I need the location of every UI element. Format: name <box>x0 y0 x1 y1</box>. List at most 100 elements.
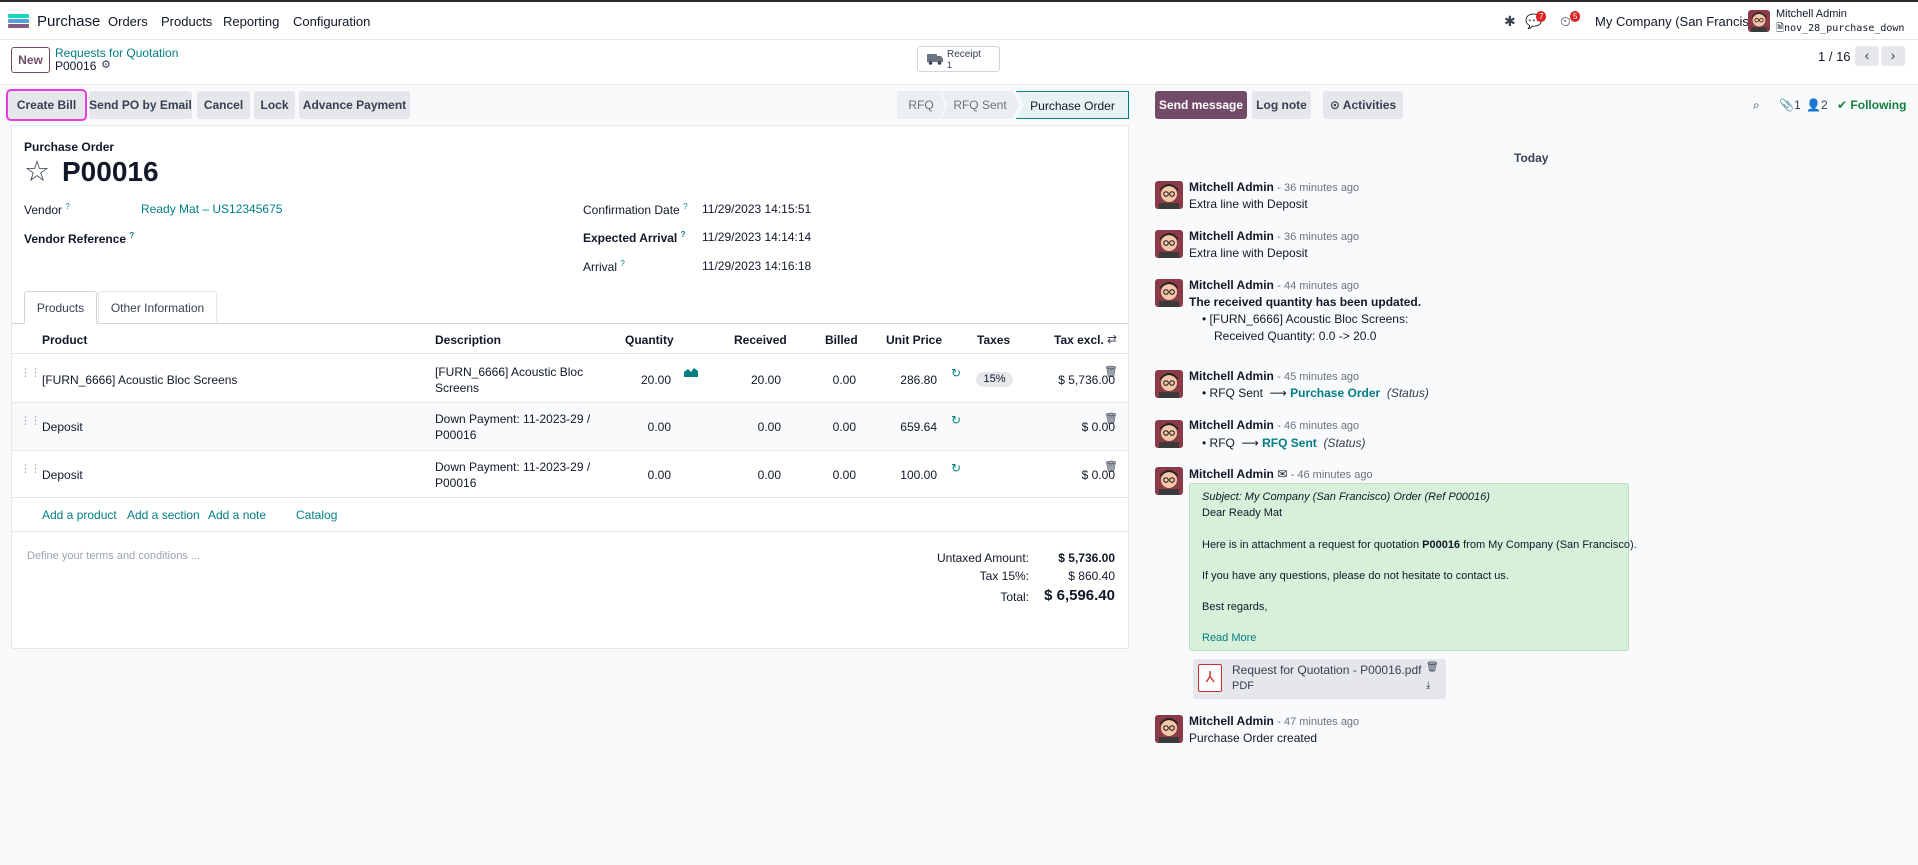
row-description-line2[interactable]: P00016 <box>435 428 476 442</box>
forecast-chart-icon[interactable] <box>684 366 698 377</box>
vendor-field[interactable]: Ready Mat – US12345675 <box>141 202 282 216</box>
lock-button[interactable]: Lock <box>254 91 295 119</box>
optional-columns-icon[interactable]: ⇄ <box>1107 332 1117 346</box>
col-tax-excl[interactable]: Tax excl. <box>1054 333 1104 347</box>
price-history-icon[interactable]: ↻ <box>951 366 961 380</box>
cancel-button[interactable]: Cancel <box>197 91 250 119</box>
receipt-smart-button[interactable]: Receipt 1 <box>917 46 1000 72</box>
pager-previous-button[interactable]: ‹ <box>1855 46 1879 66</box>
price-history-icon[interactable]: ↻ <box>951 413 961 427</box>
row-description-line1[interactable]: Down Payment: 11-2023-29 / <box>435 412 590 426</box>
pager-next-button[interactable]: › <box>1881 46 1905 66</box>
trash-icon[interactable]: 🗑 <box>1104 365 1118 378</box>
row-unit-price[interactable]: 100.00 <box>870 468 937 482</box>
company-switcher[interactable]: My Company (San Francisco) <box>1595 14 1767 29</box>
row-received[interactable]: 0.00 <box>720 420 781 434</box>
row-description-line2[interactable]: Screens <box>435 381 479 395</box>
message-author[interactable]: Mitchell Admin ✉ - 46 minutes ago <box>1189 467 1373 481</box>
avatar[interactable] <box>1155 467 1183 495</box>
bug-icon[interactable]: ✱ <box>1504 13 1516 30</box>
drag-handle-icon[interactable]: ⋮⋮ <box>20 414 41 427</box>
following-button[interactable]: ✔ Following <box>1837 98 1906 112</box>
row-billed[interactable]: 0.00 <box>810 420 856 434</box>
tax-tag[interactable]: 15% <box>976 372 1013 387</box>
send-message-button[interactable]: Send message <box>1155 91 1247 119</box>
activities-button[interactable]: ⊙ Activities <box>1323 91 1403 119</box>
col-quantity[interactable]: Quantity <box>625 333 674 347</box>
advance-payment-button[interactable]: Advance Payment <box>299 91 410 119</box>
message-author[interactable]: Mitchell Admin - 36 minutes ago <box>1189 180 1359 194</box>
message-author[interactable]: Mitchell Admin - 36 minutes ago <box>1189 229 1359 243</box>
confirmation-date-field[interactable]: 11/29/2023 14:15:51 <box>702 202 811 216</box>
stage-purchase-order[interactable]: Purchase Order <box>1016 91 1129 119</box>
message-author[interactable]: Mitchell Admin - 46 minutes ago <box>1189 418 1359 432</box>
tab-products[interactable]: Products <box>24 291 97 324</box>
search-icon[interactable]: ⌕ <box>1753 98 1760 113</box>
menu-orders[interactable]: Orders <box>108 14 148 29</box>
new-button[interactable]: New <box>11 47 50 73</box>
menu-products[interactable]: Products <box>161 14 212 29</box>
avatar[interactable] <box>1155 230 1183 258</box>
add-note-link[interactable]: Add a note <box>208 508 266 522</box>
gear-icon[interactable]: ⚙ <box>101 58 111 71</box>
row-product[interactable]: Deposit <box>42 468 83 482</box>
create-bill-button[interactable]: Create Bill <box>6 89 87 121</box>
arrival-field[interactable]: 11/29/2023 14:16:18 <box>702 259 811 273</box>
col-received[interactable]: Received <box>734 333 787 347</box>
row-description-line2[interactable]: P00016 <box>435 476 476 490</box>
trash-icon[interactable]: 🗑 <box>1104 412 1118 425</box>
add-product-link[interactable]: Add a product <box>42 508 117 522</box>
row-quantity[interactable]: 0.00 <box>600 468 671 482</box>
row-received[interactable]: 20.00 <box>720 373 781 387</box>
menu-reporting[interactable]: Reporting <box>223 14 279 29</box>
message-author[interactable]: Mitchell Admin - 44 minutes ago <box>1189 278 1359 292</box>
expected-arrival-field[interactable]: 11/29/2023 14:14:14 <box>702 230 811 244</box>
message-author[interactable]: Mitchell Admin - 47 minutes ago <box>1189 714 1359 728</box>
row-quantity[interactable]: 0.00 <box>600 420 671 434</box>
row-received[interactable]: 0.00 <box>720 468 781 482</box>
row-description-line1[interactable]: Down Payment: 11-2023-29 / <box>435 460 590 474</box>
purchase-app-icon[interactable] <box>8 14 29 30</box>
avatar[interactable] <box>1155 279 1183 307</box>
menu-configuration[interactable]: Configuration <box>293 14 370 29</box>
app-name[interactable]: Purchase <box>37 13 100 30</box>
send-po-by-email-button[interactable]: Send PO by Email <box>89 91 192 119</box>
drag-handle-icon[interactable]: ⋮⋮ <box>20 366 41 379</box>
avatar[interactable] <box>1155 370 1183 398</box>
trash-icon[interactable]: 🗑 <box>1104 460 1118 473</box>
avatar[interactable] <box>1155 181 1183 209</box>
user-avatar[interactable] <box>1748 10 1770 32</box>
stage-rfq[interactable]: RFQ <box>897 91 945 119</box>
col-product[interactable]: Product <box>42 333 87 347</box>
row-product[interactable]: [FURN_6666] Acoustic Bloc Screens <box>42 373 237 387</box>
col-unit-price[interactable]: Unit Price <box>886 333 942 347</box>
catalog-link[interactable]: Catalog <box>296 508 337 522</box>
read-more-link[interactable]: Read More <box>1202 632 1256 644</box>
trash-icon[interactable]: 🗑 <box>1426 662 1439 673</box>
attachment-name[interactable]: Request for Quotation - P00016.pdf <box>1232 663 1421 677</box>
breadcrumb-requests-for-quotation[interactable]: Requests for Quotation <box>55 46 178 60</box>
avatar[interactable] <box>1155 715 1183 743</box>
log-note-button[interactable]: Log note <box>1252 91 1311 119</box>
row-quantity[interactable]: 20.00 <box>600 373 671 387</box>
attachments-button[interactable]: 📎1 <box>1779 98 1801 112</box>
stage-rfq-sent[interactable]: RFQ Sent <box>941 91 1019 119</box>
message-author[interactable]: Mitchell Admin - 45 minutes ago <box>1189 369 1359 383</box>
col-billed[interactable]: Billed <box>825 333 858 347</box>
col-taxes[interactable]: Taxes <box>977 333 1010 347</box>
row-billed[interactable]: 0.00 <box>810 468 856 482</box>
row-unit-price[interactable]: 659.64 <box>870 420 937 434</box>
star-icon[interactable]: ☆ <box>24 157 50 187</box>
followers-button[interactable]: 👤2 <box>1806 98 1828 112</box>
pager-value[interactable]: 1 / 16 <box>1818 49 1851 64</box>
row-unit-price[interactable]: 286.80 <box>870 373 937 387</box>
user-name[interactable]: Mitchell Admin <box>1776 8 1847 20</box>
tab-other-information[interactable]: Other Information <box>98 291 217 324</box>
avatar[interactable] <box>1155 420 1183 448</box>
row-product[interactable]: Deposit <box>42 420 83 434</box>
drag-handle-icon[interactable]: ⋮⋮ <box>20 462 41 475</box>
add-section-link[interactable]: Add a section <box>127 508 200 522</box>
row-billed[interactable]: 0.00 <box>810 373 856 387</box>
row-description-line1[interactable]: [FURN_6666] Acoustic Bloc <box>435 365 583 379</box>
download-icon[interactable]: ⤓ <box>1426 680 1430 691</box>
